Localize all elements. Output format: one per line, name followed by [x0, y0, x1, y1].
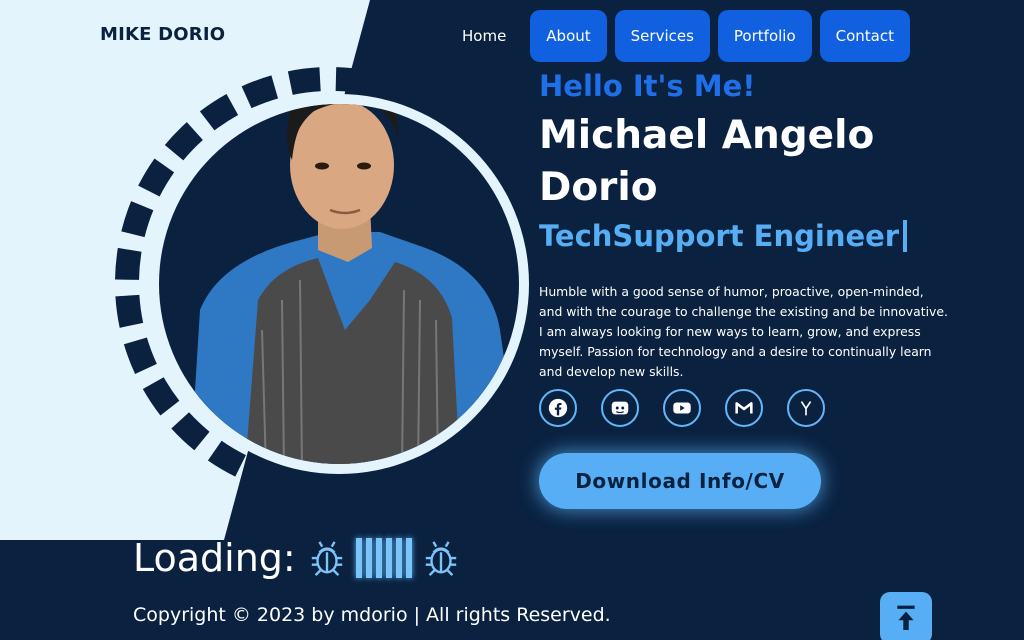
profile-portrait	[115, 67, 547, 499]
nav-home[interactable]: Home	[446, 10, 522, 62]
progress-bar-segment	[385, 538, 392, 578]
typing-cursor	[903, 220, 908, 252]
loading-indicator: Loading:	[133, 536, 460, 580]
nav-portfolio[interactable]: Portfolio	[717, 10, 812, 62]
progress-bar-segment	[365, 538, 372, 578]
arrow-up-icon	[897, 605, 915, 630]
gmail-icon[interactable]	[725, 389, 763, 427]
role-text: TechSupport Engineer	[539, 219, 900, 253]
name-heading: Michael Angelo Dorio	[539, 113, 875, 210]
brand-logo[interactable]: MIKE DORIO	[100, 24, 225, 45]
progress-bars	[355, 538, 412, 578]
bug-icon	[311, 541, 342, 576]
nav-contact[interactable]: Contact	[819, 10, 910, 62]
nav-services[interactable]: Services	[614, 10, 710, 62]
discord-icon[interactable]	[601, 389, 639, 427]
greeting-heading: Hello It's Me!	[539, 69, 756, 103]
role-heading: TechSupport Engineer	[539, 216, 959, 256]
copyright-text: Copyright © 2023 by mdorio | All rights …	[133, 604, 611, 626]
nav-about[interactable]: About	[530, 10, 607, 62]
social-links	[539, 389, 825, 427]
progress-bar-segment	[395, 538, 402, 578]
scroll-to-top-button[interactable]	[880, 592, 932, 640]
progress-bar-segment	[405, 538, 412, 578]
loading-label: Loading:	[133, 536, 296, 580]
main-nav: Home About Services Portfolio Contact	[446, 10, 910, 62]
ycombinator-icon[interactable]	[787, 389, 825, 427]
download-cv-button[interactable]: Download Info/CV	[539, 453, 821, 509]
hero-text: Hello It's Me! Michael Angelo Dorio Tech…	[539, 66, 959, 382]
progress-bar-segment	[355, 538, 362, 578]
bio-paragraph: Humble with a good sense of humor, proac…	[539, 284, 948, 379]
progress-bar-segment	[375, 538, 382, 578]
youtube-icon[interactable]	[663, 389, 701, 427]
bug-icon	[425, 541, 456, 576]
facebook-icon[interactable]	[539, 389, 577, 427]
